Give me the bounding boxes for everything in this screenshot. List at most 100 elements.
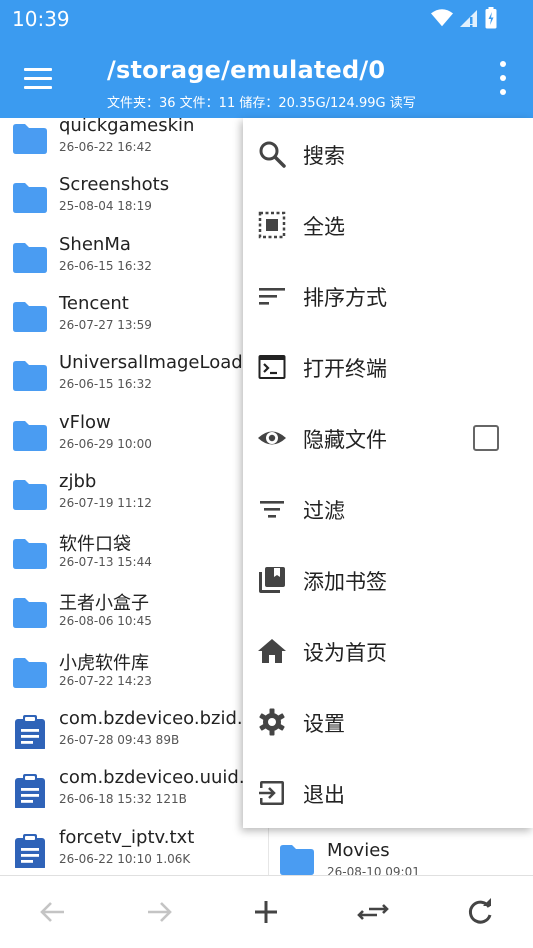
file-meta: 26-06-15 16:32 [59,258,152,273]
back-arrow-icon[interactable] [37,896,69,928]
file-meta: 26-07-27 13:59 [59,317,152,332]
file-list-item[interactable]: forcetv_iptv.txt 26-06-22 10:10 1.06K [0,819,270,875]
file-meta: 26-06-22 16:42 [59,140,152,154]
file-meta: 26-07-13 15:44 [59,555,152,570]
file-name: quickgameskin [59,118,195,136]
file-name: ShenMa [59,233,131,255]
menu-item-label: 搜索 [303,144,345,168]
exit-icon [259,781,284,805]
text-file-icon [15,774,45,809]
bottom-toolbar [0,875,533,948]
file-name: Screenshots [59,174,170,196]
menu-item-label: 添加书签 [303,570,387,594]
text-file-icon [15,833,45,868]
select-all-icon [258,211,286,239]
status-icons [431,7,497,29]
eye-icon [258,431,286,445]
swap-panes-icon[interactable] [357,896,389,928]
folder-list-item[interactable]: 王者小盒子 26-08-06 10:45 [0,581,270,640]
menu-item-add-bookmark[interactable]: 添加书签 [243,544,533,615]
menu-item-label: 全选 [303,215,345,239]
file-name: zjbb [59,470,97,492]
file-meta: 26-06-22 10:10 1.06K [59,851,191,866]
folder-list-item[interactable]: UniversalImageLoade 26-06-15 16:32 [0,344,270,403]
folder-icon [13,124,47,154]
terminal-icon [258,355,286,379]
gear-icon [259,708,285,736]
folder-icon [13,361,47,392]
status-bar: 10:39 [0,0,533,38]
file-list: quickgameskin 26-06-22 16:42 Screenshots 25… [0,118,270,875]
folder-icon [13,598,47,629]
menu-item-select-all[interactable]: 全选 [243,189,533,260]
folder-icon [13,183,47,214]
menu-item-label: 退出 [303,783,345,807]
menu-item-label: 过滤 [303,499,345,523]
menu-item-settings[interactable]: 设置 [243,686,533,757]
folder-list-item[interactable]: Screenshots 25-08-04 18:19 [0,166,270,225]
folder-list-item[interactable]: vFlow 26-06-29 10:00 [0,404,270,463]
menu-item-exit[interactable]: 退出 [243,757,533,828]
file-meta: 26-06-18 15:32 121B [59,792,187,807]
menu-item-hidden-files[interactable]: 隐藏文件 [243,402,533,473]
wifi-icon [431,9,453,27]
list-item[interactable]: Movies 26-08-10 09:01 [269,828,533,875]
file-meta: 26-06-29 10:00 [59,436,152,451]
forward-arrow-icon[interactable] [143,896,175,928]
folder-icon [13,242,47,273]
file-name: 小虎软件库 [59,652,149,674]
current-path-title: /storage/emulated/0 [107,56,386,84]
file-meta: 26-07-22 14:23 [59,673,152,688]
folder-list-item[interactable]: ShenMa 26-06-15 16:32 [0,226,270,285]
menu-item-search[interactable]: 搜索 [243,118,533,189]
file-list-item[interactable]: com.bzdeviceo.bzid.tx 26-07-28 09:43 89B [0,700,270,759]
file-name: 王者小盒子 [59,593,149,615]
file-name: vFlow [59,411,111,433]
battery-icon [485,7,497,29]
home-icon [258,639,286,663]
sort-icon [259,288,285,305]
file-name: forcetv_iptv.txt [59,826,195,848]
overflow-popup-menu: 搜索 全选 排序方式 打开终端 隐藏文件 过滤 添加书签 设为首页 设置 退出 [243,118,533,828]
menu-item-sort[interactable]: 排序方式 [243,260,533,331]
file-name: com.bzdeviceo.bzid.tx [59,708,261,729]
folder-list-item[interactable]: 软件口袋 26-07-13 15:44 [0,522,270,581]
overflow-menu-icon[interactable] [495,61,511,95]
filter-icon [260,501,284,518]
folder-icon [13,539,47,570]
storage-info: 文件夹：36 文件：11 储存：20.35G/124.99G 读写 [107,96,416,111]
menu-item-label: 设为首页 [303,641,387,665]
menu-item-label: 打开终端 [303,357,387,381]
menu-item-label: 隐藏文件 [303,428,387,452]
menu-item-label: 排序方式 [303,286,387,310]
folder-list-item[interactable]: 小虎软件库 26-07-22 14:23 [0,641,270,700]
folder-list-item[interactable]: zjbb 26-07-19 11:12 [0,463,270,522]
add-icon[interactable] [250,896,282,928]
folder-icon [13,657,47,688]
second-pane: Movies 26-08-10 09:01 [268,828,533,875]
file-name: com.bzdeviceo.uuid.tx [59,767,263,789]
folder-icon [13,420,47,451]
folder-icon [280,845,314,875]
search-icon [259,141,286,168]
status-time: 10:39 [12,7,70,31]
menu-item-terminal[interactable]: 打开终端 [243,331,533,402]
file-meta: 25-08-04 18:19 [59,199,152,214]
hamburger-menu-icon[interactable] [24,60,60,96]
file-meta: 26-08-10 09:01 [327,865,420,875]
menu-item-set-home[interactable]: 设为首页 [243,615,533,686]
menu-item-filter[interactable]: 过滤 [243,473,533,544]
file-name: Movies [327,840,390,861]
file-name: Tencent [59,292,129,314]
folder-list-item[interactable]: quickgameskin 26-06-22 16:42 [0,118,270,166]
file-meta: 26-07-19 11:12 [59,495,152,510]
folder-list-item[interactable]: Tencent 26-07-27 13:59 [0,285,270,344]
file-list-item[interactable]: com.bzdeviceo.uuid.tx 26-06-18 15:32 121B [0,759,270,818]
file-meta: 26-07-28 09:43 89B [59,733,180,747]
file-meta: 26-06-15 16:32 [59,377,152,392]
file-name: 软件口袋 [59,534,131,556]
menu-item-label: 设置 [303,712,345,736]
folder-icon [13,301,47,332]
refresh-icon[interactable] [464,896,496,928]
hidden-files-checkbox[interactable] [473,425,499,451]
